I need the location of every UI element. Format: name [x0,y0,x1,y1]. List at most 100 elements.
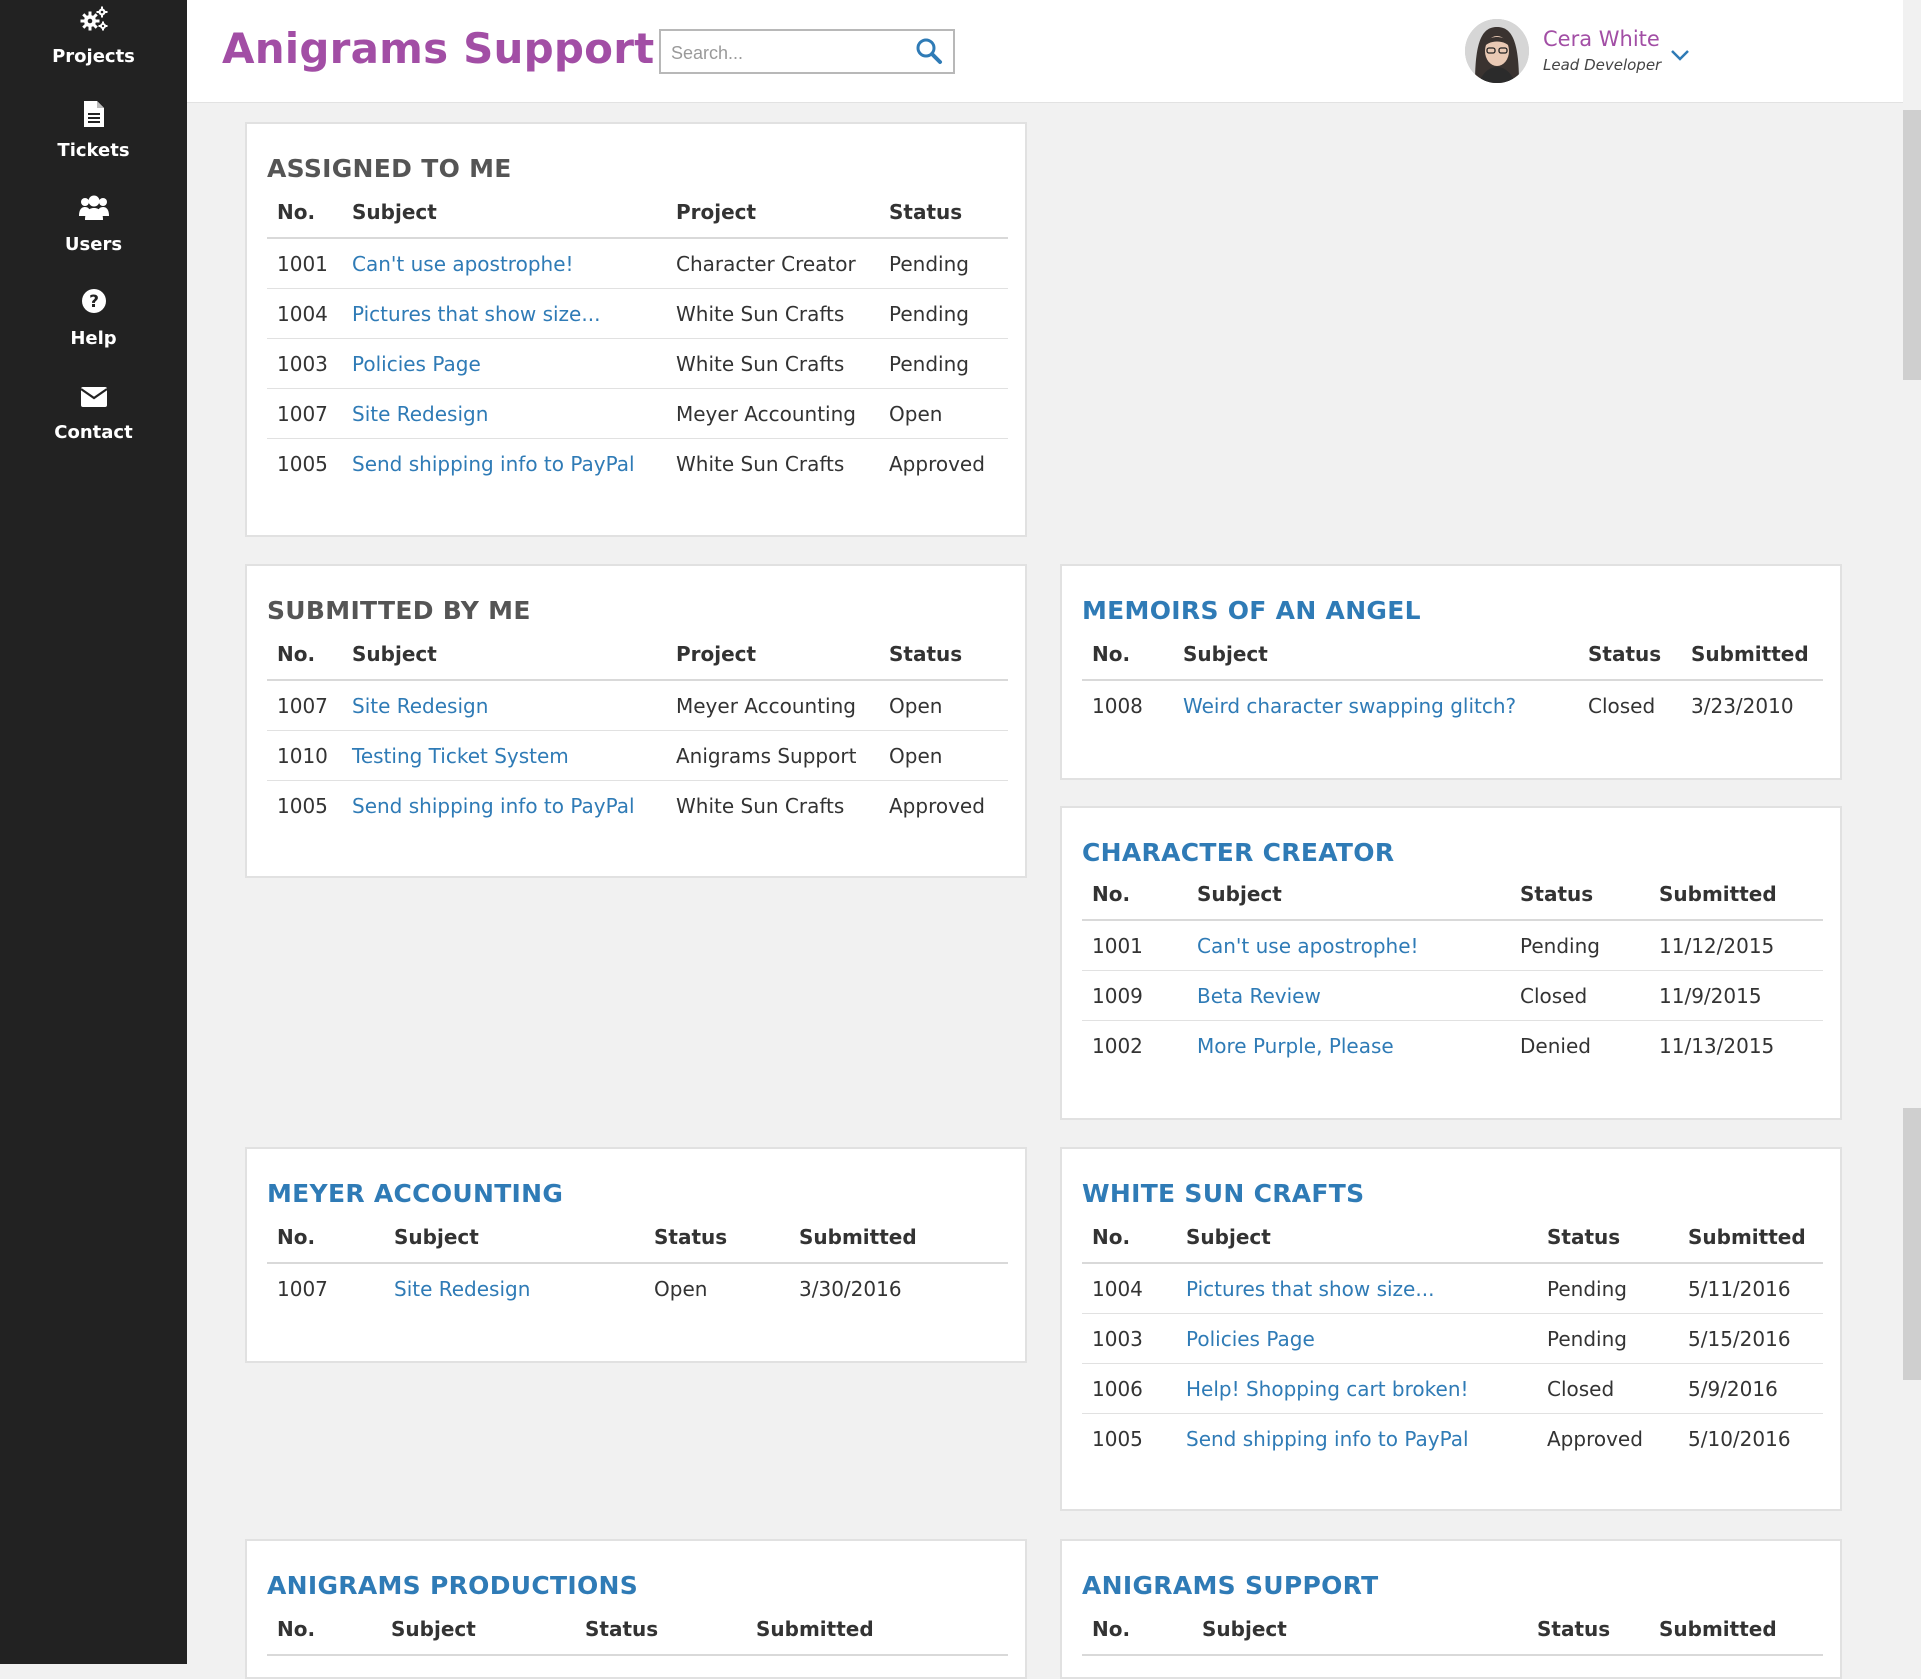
search-icon[interactable] [915,37,943,70]
column-header[interactable]: No. [267,629,342,681]
avatar[interactable] [1465,19,1529,83]
ticket-subject-link[interactable]: Weird character swapping glitch? [1173,680,1578,730]
ticket-number: 1001 [1082,920,1187,971]
ticket-subject-link[interactable]: Can't use apostrophe! [342,238,666,289]
ticket-status: Open [879,730,1008,781]
document-icon [83,100,105,133]
column-header[interactable]: Submitted [1681,629,1823,681]
column-header[interactable]: Submitted [1649,1604,1823,1656]
sidebar-item-projects[interactable]: Projects [0,0,187,80]
column-header[interactable]: Submitted [1678,1212,1823,1264]
sidebar-item-label: Help [70,328,117,349]
ticket-subject-link[interactable]: Site Redesign [384,1263,644,1313]
user-role: Lead Developer [1543,56,1662,74]
column-header[interactable]: Project [666,629,879,681]
column-header[interactable]: Submitted [1649,869,1823,921]
ticket-project: White Sun Crafts [666,288,879,339]
ticket-number: 1005 [1092,1426,1143,1451]
table-row: 1003 Policies Page Pending 5/15/2016 [1082,1313,1823,1364]
ticket-subject-link[interactable]: Pictures that show size... [342,288,666,339]
table-header-row: No. Subject Status Submitted [267,1604,1008,1656]
column-header[interactable]: Subject [384,1212,644,1264]
column-header[interactable]: No. [267,1212,384,1264]
white-sun-crafts-card: WHITE SUN CRAFTS No. Subject Status Subm… [1060,1147,1842,1511]
ticket-number: 1007 [267,388,342,439]
table-row: 1005 Send shipping info to PayPal White Su… [267,781,1008,831]
ticket-number: 1003 [1082,1313,1176,1364]
ticket-status: Closed [1588,693,1656,718]
column-header[interactable]: Status [879,629,1008,681]
sidebar-item-contact[interactable]: Contact [0,378,187,458]
project-title-link[interactable]: ANIGRAMS SUPPORT [1082,1571,1378,1600]
column-header[interactable]: Submitted [746,1604,1008,1656]
ticket-subject-link[interactable]: Send shipping info to PayPal [342,439,666,489]
ticket-subject-link[interactable]: Beta Review [1187,970,1510,1021]
column-header[interactable]: Subject [1176,1212,1537,1264]
column-header[interactable]: No. [1082,1604,1192,1656]
project-title-link[interactable]: ANIGRAMS PRODUCTIONS [267,1571,638,1600]
column-header[interactable]: Status [879,187,1008,239]
brand-title[interactable]: Anigrams Support [222,24,654,73]
project-title-link[interactable]: WHITE SUN CRAFTS [1082,1179,1364,1208]
ticket-subject-link[interactable]: Help! Shopping cart broken! [1176,1363,1537,1414]
ticket-subject-link[interactable]: Can't use apostrophe! [1187,920,1510,971]
project-title-link[interactable]: CHARACTER CREATOR [1082,838,1394,867]
sidebar-item-help[interactable]: ? Help [0,284,187,364]
ticket-subject-link[interactable]: Site Redesign [342,680,666,731]
column-header[interactable]: Subject [342,629,666,681]
anigrams-productions-card: ANIGRAMS PRODUCTIONS No. Subject Status … [245,1539,1027,1679]
ticket-subject-link[interactable]: More Purple, Please [1187,1021,1510,1071]
column-header[interactable]: No. [1082,869,1187,921]
ticket-subject-link[interactable]: Site Redesign [342,388,666,439]
card-title: ASSIGNED TO ME [267,154,512,183]
ticket-subject-link[interactable]: Send shipping info to PayPal [342,781,666,831]
column-header[interactable]: Status [644,1212,789,1264]
user-name[interactable]: Cera White [1543,27,1660,51]
column-header[interactable]: Status [1527,1604,1649,1656]
ticket-subject-link[interactable]: Send shipping info to PayPal [1176,1414,1537,1464]
ticket-project: White Sun Crafts [676,451,845,476]
scrollbar-thumb-secondary[interactable] [1903,1108,1921,1380]
column-header[interactable]: Subject [381,1604,575,1656]
column-header[interactable]: No. [267,187,342,239]
users-icon [78,194,110,227]
table-header-row: No. Subject Status Submitted [1082,629,1823,681]
column-header[interactable]: Subject [1187,869,1510,921]
sidebar-item-label: Users [64,234,123,255]
ticket-project: Meyer Accounting [666,388,879,439]
ticket-project: Anigrams Support [666,730,879,781]
ticket-number: 1007 [267,680,342,731]
ticket-subject-link[interactable]: Testing Ticket System [342,730,666,781]
column-header[interactable]: Submitted [789,1212,1008,1264]
project-title-link[interactable]: MEYER ACCOUNTING [267,1179,563,1208]
column-header[interactable]: No. [1082,1212,1176,1264]
assigned-table: No. Subject Project Status 1001 Can't use… [267,187,1008,488]
chevron-down-icon[interactable] [1670,48,1690,67]
project-title-link[interactable]: MEMOIRS OF AN ANGEL [1082,596,1421,625]
ticket-subject-link[interactable]: Policies Page [342,338,666,389]
table-row: 1007 Site Redesign Meyer Accounting Open [267,388,1008,439]
ticket-submitted-date: 11/12/2015 [1649,920,1823,971]
column-header[interactable]: Subject [342,187,666,239]
search-input[interactable] [669,37,913,69]
table-header-row: No. Subject Status Submitted [1082,869,1823,921]
sidebar-item-users[interactable]: Users [0,190,187,270]
column-header[interactable]: Status [1578,629,1681,681]
ticket-status: Open [879,680,1008,731]
column-header[interactable]: Project [666,187,879,239]
ticket-subject-link[interactable]: Policies Page [1176,1313,1537,1364]
anigrams-support-card: ANIGRAMS SUPPORT No. Subject Status Subm… [1060,1539,1842,1679]
sidebar-item-tickets[interactable]: Tickets [0,96,187,176]
column-header[interactable]: Subject [1173,629,1578,681]
ticket-subject-link[interactable]: Pictures that show size... [1176,1263,1537,1314]
column-header[interactable]: No. [1082,629,1173,681]
column-header[interactable]: No. [267,1604,381,1656]
sidebar-item-label: Contact [54,422,133,443]
column-header[interactable]: Status [1510,869,1649,921]
column-header[interactable]: Status [575,1604,746,1656]
scrollbar-thumb[interactable] [1903,110,1921,380]
column-header[interactable]: Subject [1192,1604,1527,1656]
table-header-row: No. Subject Status Submitted [1082,1604,1823,1656]
column-header[interactable]: Status [1537,1212,1678,1264]
ticket-number: 1002 [1092,1033,1143,1058]
